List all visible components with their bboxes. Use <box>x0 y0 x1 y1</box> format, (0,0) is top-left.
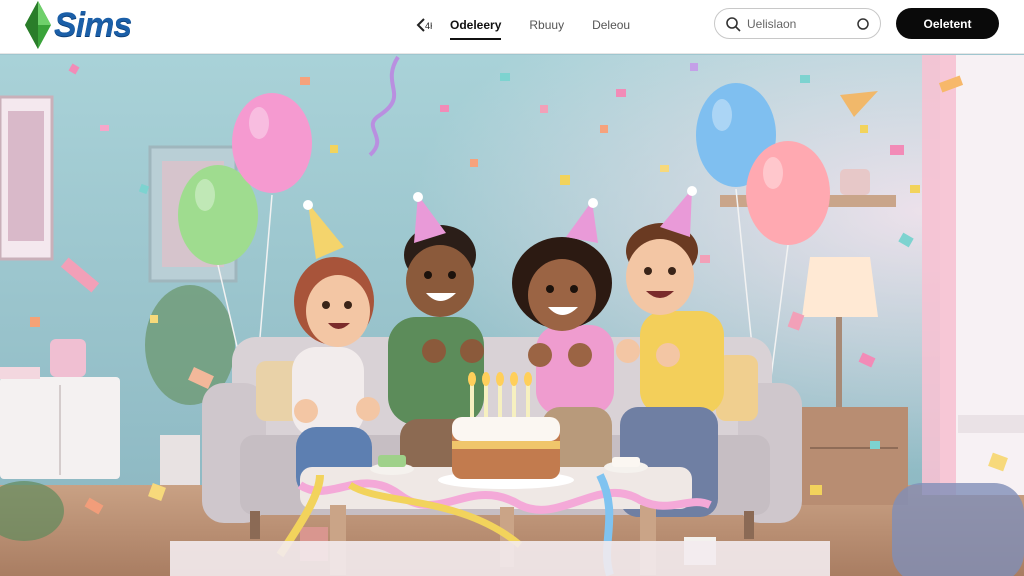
sims-logo[interactable]: Sims <box>24 0 132 50</box>
balloon-icon <box>746 141 830 245</box>
search-input[interactable] <box>747 16 851 31</box>
hero-banner <box>0 55 1024 576</box>
birthday-party-illustration <box>0 55 1024 576</box>
microphone-icon[interactable] <box>856 17 870 31</box>
balloon-icon <box>232 93 312 193</box>
nav-link-odeleery[interactable]: Odeleery <box>450 12 502 40</box>
nav-link-deleou[interactable]: Deleou <box>592 12 630 38</box>
search-box[interactable] <box>714 8 881 39</box>
main-nav: 4K Odeleery Rbuuy Deleou <box>410 0 658 50</box>
back-button[interactable]: 4K <box>410 11 438 39</box>
nav-link-rbuuy[interactable]: Rbuuy <box>529 12 564 38</box>
top-navigation-bar: Sims 4K Odeleery Rbuuy Deleou Oeletent <box>0 0 1024 54</box>
search-icon <box>725 16 741 32</box>
brand-wordmark: Sims <box>54 5 132 44</box>
plumbob-icon <box>25 1 51 49</box>
cta-button[interactable]: Oeletent <box>896 8 999 39</box>
svg-text:4K: 4K <box>425 21 432 31</box>
chevron-left-icon: 4K <box>416 18 432 32</box>
